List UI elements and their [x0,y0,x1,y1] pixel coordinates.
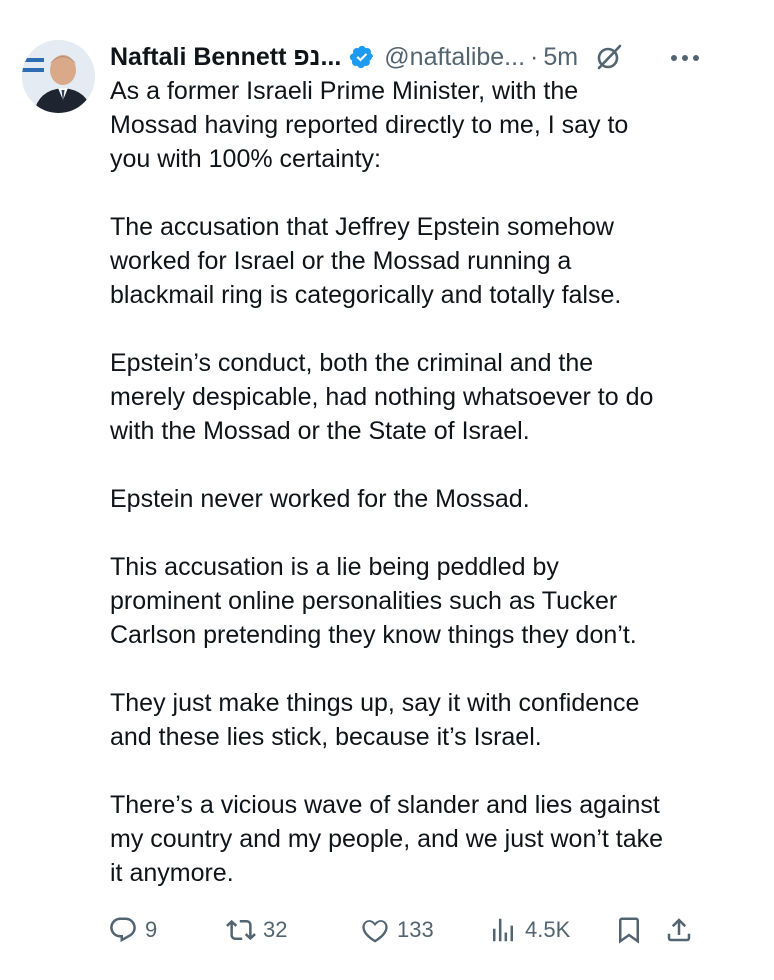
tweet-paragraph: Epstein’s conduct, both the criminal and… [110,349,654,445]
timestamp[interactable]: 5m [543,40,578,74]
author-name[interactable]: Naftali Bennett נפ... [110,40,341,74]
like-button[interactable]: 133 [360,912,434,948]
tweet-header: Naftali Bennett נפ... @naftalibe... · 5m [110,40,714,74]
tweet-paragraph: This accusation is a lie being peddled b… [110,553,637,649]
verified-badge-icon [349,44,375,70]
bookmark-button[interactable] [614,912,644,948]
bookmark-icon [614,915,644,945]
like-count: 133 [397,917,434,942]
tweet-paragraph: The accusation that Jeffrey Epstein some… [110,213,622,309]
share-button[interactable] [664,912,694,948]
author-handle[interactable]: @naftalibe... [384,40,525,74]
separator-dot: · [530,43,539,71]
reply-button[interactable]: 9 [108,912,157,948]
like-icon [360,915,390,945]
action-bar: 9 32 133 4.5K [108,912,698,948]
repost-count: 32 [263,917,288,942]
tweet-paragraph: As a former Israeli Prime Minister, with… [110,77,629,173]
tweet-text: As a former Israeli Prime Minister, with… [110,74,710,890]
tweet-paragraph: Epstein never worked for the Mossad. [110,485,530,513]
repost-icon [226,915,256,945]
repost-button[interactable]: 32 [226,912,287,948]
avatar[interactable] [22,40,95,113]
views-count: 4.5K [525,917,571,942]
grok-icon[interactable] [594,42,624,72]
tweet-paragraph: They just make things up, say it with co… [110,689,640,751]
share-icon [664,915,694,945]
reply-count: 9 [145,917,158,942]
more-options-icon[interactable] [668,44,702,72]
reply-icon [108,915,138,945]
views-button[interactable]: 4.5K [488,912,570,948]
views-icon [488,915,518,945]
tweet-paragraph: There’s a vicious wave of slander and li… [110,791,664,887]
avatar-image [22,40,95,113]
